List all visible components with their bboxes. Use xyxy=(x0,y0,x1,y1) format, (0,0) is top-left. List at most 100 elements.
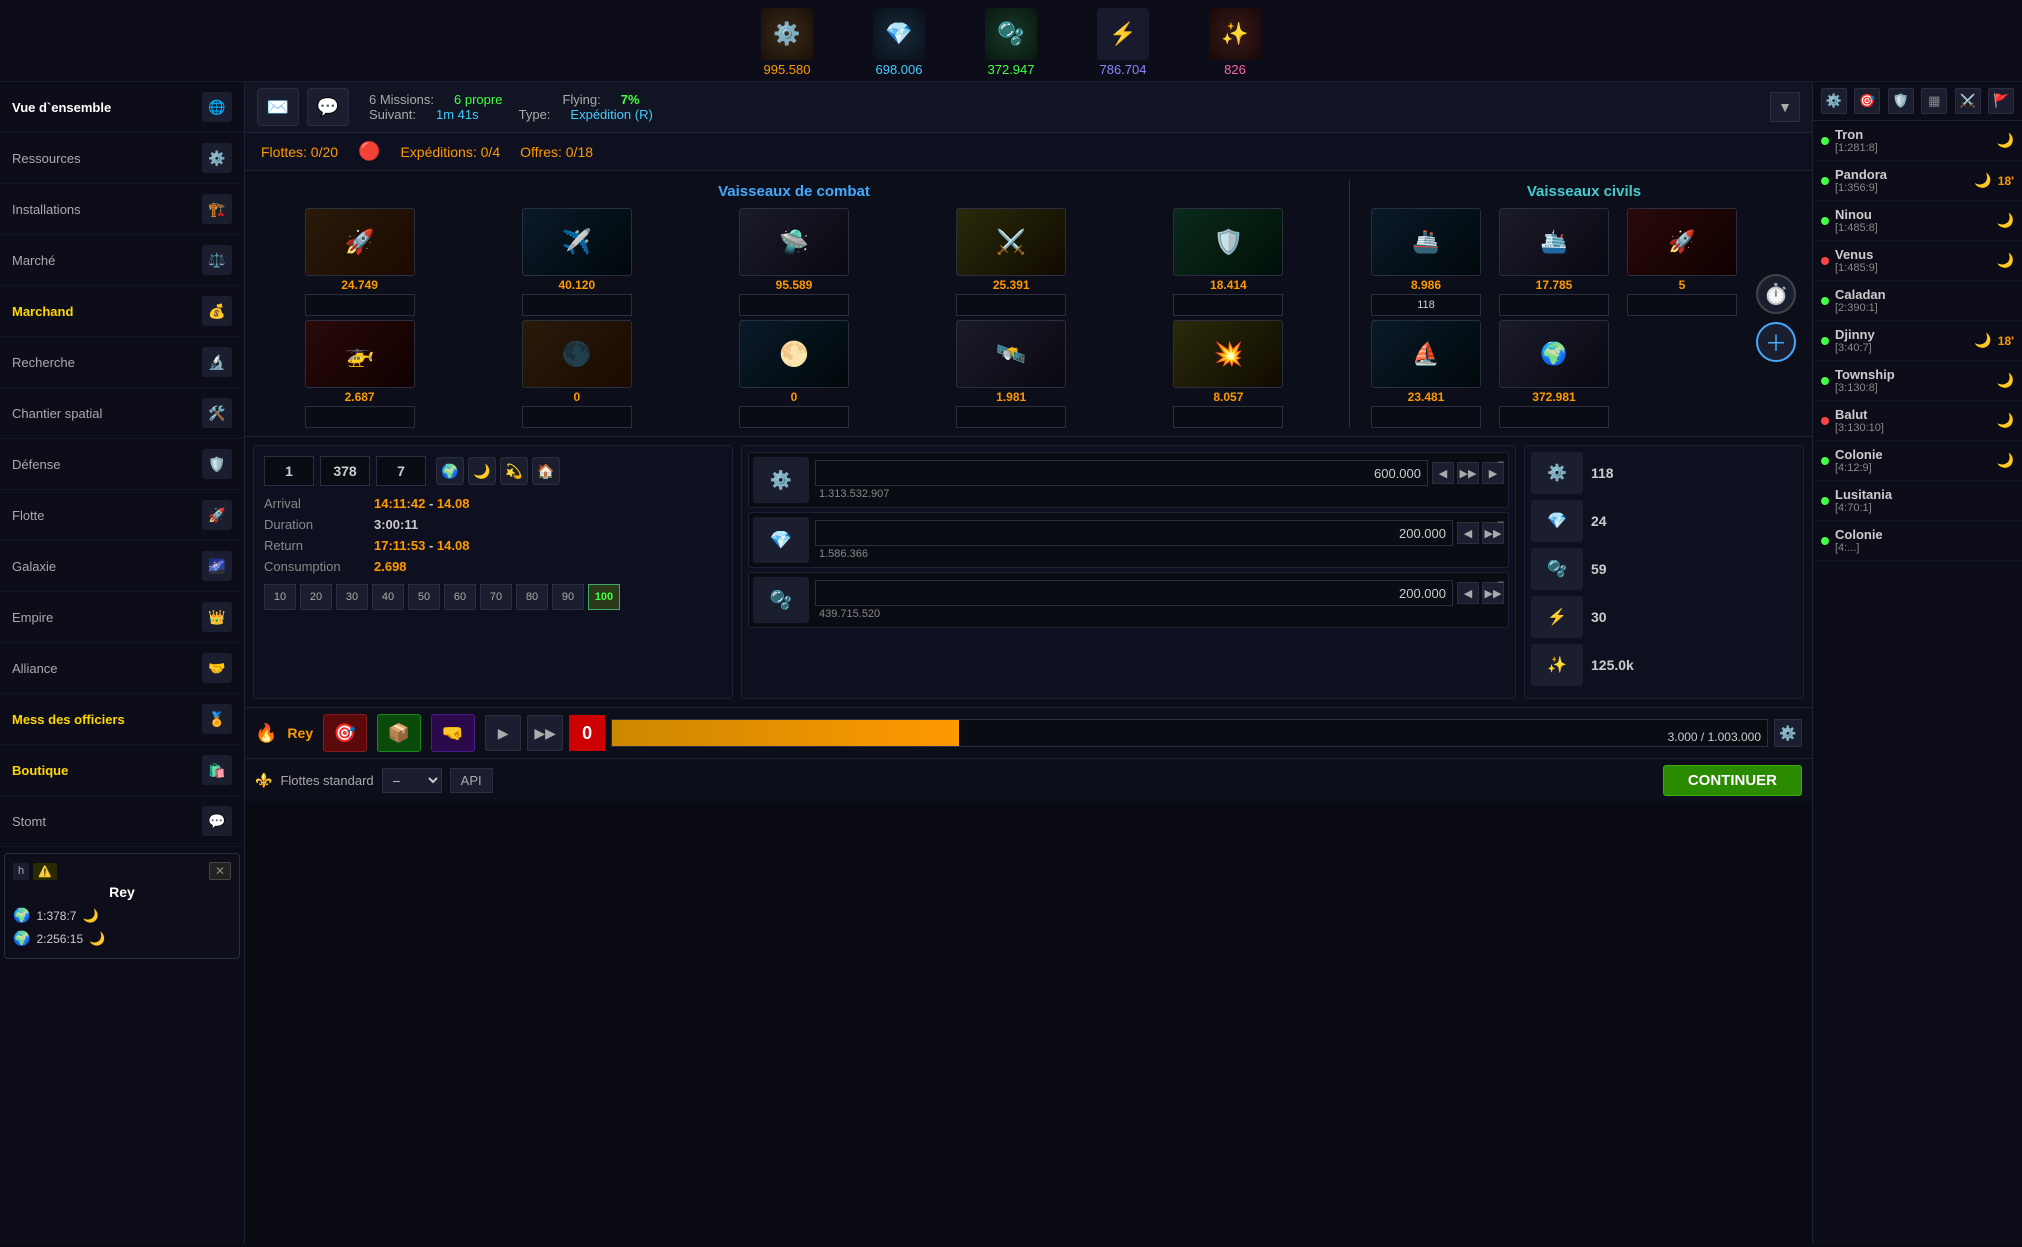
planet-lusitania[interactable]: Lusitania [4:70:1] xyxy=(1813,481,2022,521)
sidebar-item-marche[interactable]: Marché ⚖️ xyxy=(0,235,244,286)
target-prev-0[interactable]: ◀ xyxy=(1432,462,1454,484)
planet-venus[interactable]: Venus [1:485:9] 🌙 xyxy=(1813,241,2022,281)
sidebar-item-mess[interactable]: Mess des officiers 🏅 xyxy=(0,694,244,745)
ship-img-4[interactable]: 🛡️ xyxy=(1173,208,1283,276)
civil-img-4[interactable]: 🌍 xyxy=(1499,320,1609,388)
civil-img-3[interactable]: ⛵ xyxy=(1371,320,1481,388)
speed-100[interactable]: 100 xyxy=(588,584,620,610)
target-minus-1[interactable]: − xyxy=(1497,515,1504,529)
mail-button[interactable]: ✉️ xyxy=(257,88,299,126)
sidebar-item-recherche[interactable]: Recherche 🔬 xyxy=(0,337,244,388)
ship-img-1[interactable]: ✈️ xyxy=(522,208,632,276)
sidebar-item-alliance[interactable]: Alliance 🤝 xyxy=(0,643,244,694)
coord-position[interactable]: 7 xyxy=(376,456,426,486)
target-input-1[interactable] xyxy=(815,520,1453,546)
speed-10[interactable]: 10 xyxy=(264,584,296,610)
grid-icon-btn[interactable]: ▦ xyxy=(1921,88,1947,114)
planet-township[interactable]: Township [3:130:8] 🌙 xyxy=(1813,361,2022,401)
civil-input-1[interactable] xyxy=(1499,294,1609,316)
sidebar-item-installations[interactable]: Installations 🏗️ xyxy=(0,184,244,235)
speed-40[interactable]: 40 xyxy=(372,584,404,610)
sidebar-item-chantier[interactable]: Chantier spatial 🛠️ xyxy=(0,388,244,439)
shield-icon-btn[interactable]: 🛡️ xyxy=(1888,88,1914,114)
continue-button[interactable]: CONTINUER xyxy=(1663,765,1802,796)
target-minus-2[interactable]: − xyxy=(1497,575,1504,589)
speed-80[interactable]: 80 xyxy=(516,584,548,610)
sidebar-item-galaxie[interactable]: Galaxie 🌌 xyxy=(0,541,244,592)
debris-type-btn[interactable]: 💫 xyxy=(500,457,528,485)
ship-input-9[interactable] xyxy=(1173,406,1283,428)
speed-60[interactable]: 60 xyxy=(444,584,476,610)
coord-system[interactable]: 378 xyxy=(320,456,370,486)
chat-button[interactable]: 💬 xyxy=(307,88,349,126)
civil-img-1[interactable]: 🛳️ xyxy=(1499,208,1609,276)
nav-prev-button[interactable]: ▶ xyxy=(485,715,521,751)
ship-input-3[interactable] xyxy=(956,294,1066,316)
planet-djinny[interactable]: Djinny [3:40:7] 🌙 18' xyxy=(1813,321,2022,361)
target-icon-btn[interactable]: 🎯 xyxy=(1854,88,1880,114)
special-button[interactable]: 🤜 xyxy=(431,714,475,752)
home-type-btn[interactable]: 🏠 xyxy=(532,457,560,485)
planet-colonie-2[interactable]: Colonie [4:...] xyxy=(1813,521,2022,561)
ship-img-9[interactable]: 💥 xyxy=(1173,320,1283,388)
speed-20[interactable]: 20 xyxy=(300,584,332,610)
ship-input-1[interactable] xyxy=(522,294,632,316)
planet-type-btn[interactable]: 🌍 xyxy=(436,457,464,485)
ship-img-2[interactable]: 🛸 xyxy=(739,208,849,276)
nav-fast-button[interactable]: ▶▶ xyxy=(527,715,563,751)
flag-icon-btn[interactable]: 🚩 xyxy=(1988,88,2014,114)
sidebar-item-empire[interactable]: Empire 👑 xyxy=(0,592,244,643)
target-input-0[interactable] xyxy=(815,460,1428,486)
civil-img-0[interactable]: 🚢 xyxy=(1371,208,1481,276)
fleet-std-select[interactable]: – xyxy=(382,768,442,793)
planet-balut[interactable]: Balut [3:130:10] 🌙 xyxy=(1813,401,2022,441)
speed-50[interactable]: 50 xyxy=(408,584,440,610)
ship-input-2[interactable] xyxy=(739,294,849,316)
ship-input-0[interactable] xyxy=(305,294,415,316)
sidebar-item-vue-ensemble[interactable]: Vue d`ensemble 🌐 xyxy=(0,82,244,133)
ship-input-7[interactable] xyxy=(739,406,849,428)
ship-input-4[interactable] xyxy=(1173,294,1283,316)
ship-input-8[interactable] xyxy=(956,406,1066,428)
coord-galaxy[interactable]: 1 xyxy=(264,456,314,486)
sidebar-item-ressources[interactable]: Ressources ⚙️ xyxy=(0,133,244,184)
moon-type-btn[interactable]: 🌙 xyxy=(468,457,496,485)
target-prev-2[interactable]: ◀ xyxy=(1457,582,1479,604)
ship-img-5[interactable]: 🚁 xyxy=(305,320,415,388)
sidebar-item-flotte[interactable]: Flotte 🚀 xyxy=(0,490,244,541)
gear-settings-button[interactable]: ⚙️ xyxy=(1774,719,1802,747)
sidebar-item-boutique[interactable]: Boutique 🛍️ xyxy=(0,745,244,796)
ship-img-7[interactable]: 🌕 xyxy=(739,320,849,388)
target-prev-1[interactable]: ◀ xyxy=(1457,522,1479,544)
api-button[interactable]: API xyxy=(450,768,493,793)
mission-dropdown-button[interactable]: ▼ xyxy=(1770,92,1800,122)
target-next-0[interactable]: ▶▶ xyxy=(1457,462,1479,484)
speed-90[interactable]: 90 xyxy=(552,584,584,610)
transport-button[interactable]: 📦 xyxy=(377,714,421,752)
civil-input-2[interactable] xyxy=(1627,294,1737,316)
planet-pandora[interactable]: Pandora [1:356:9] 🌙 18' xyxy=(1813,161,2022,201)
civil-input-0[interactable] xyxy=(1371,294,1481,316)
civil-input-3[interactable] xyxy=(1371,406,1481,428)
sidebar-item-defense[interactable]: Défense 🛡️ xyxy=(0,439,244,490)
ship-input-6[interactable] xyxy=(522,406,632,428)
civil-input-4[interactable] xyxy=(1499,406,1609,428)
ship-input-5[interactable] xyxy=(305,406,415,428)
ship-img-8[interactable]: 🛰️ xyxy=(956,320,1066,388)
target-minus-0[interactable]: − xyxy=(1497,455,1504,469)
planet-caladan[interactable]: Caladan [2:390:1] xyxy=(1813,281,2022,321)
ship-img-0[interactable]: 🚀 xyxy=(305,208,415,276)
planet-colonie-1[interactable]: Colonie [4:12:9] 🌙 xyxy=(1813,441,2022,481)
speed-70[interactable]: 70 xyxy=(480,584,512,610)
attack-button[interactable]: 🎯 xyxy=(323,714,367,752)
ship-img-3[interactable]: ⚔️ xyxy=(956,208,1066,276)
ship-img-6[interactable]: 🌑 xyxy=(522,320,632,388)
speed-30[interactable]: 30 xyxy=(336,584,368,610)
sidebar-item-marchand[interactable]: Marchand 💰 xyxy=(0,286,244,337)
sword-icon-btn[interactable]: ⚔️ xyxy=(1955,88,1981,114)
timer-button[interactable]: ⏱️ xyxy=(1756,274,1796,314)
planet-tron[interactable]: Tron [1:281:8] 🌙 xyxy=(1813,121,2022,161)
player-close-button[interactable]: ✕ xyxy=(209,862,231,880)
sidebar-item-stomt[interactable]: Stomt 💬 xyxy=(0,796,244,847)
target-input-2[interactable] xyxy=(815,580,1453,606)
